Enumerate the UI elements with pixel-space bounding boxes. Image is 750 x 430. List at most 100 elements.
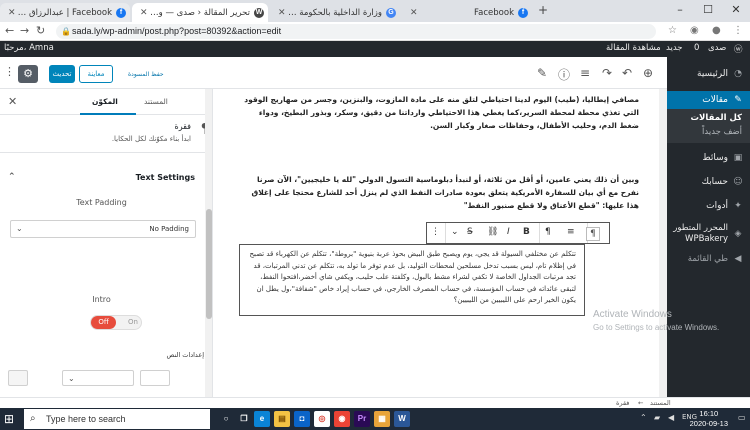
menu-dashboard[interactable]: ◔ الرئيسية <box>697 69 744 79</box>
text-padding-select[interactable]: No Padding ⌄ <box>10 220 196 238</box>
comments-count[interactable]: 0 <box>694 43 699 53</box>
update-button[interactable]: تحديث <box>49 65 75 83</box>
font-size-input[interactable] <box>140 370 170 386</box>
tab-wordpress-edit[interactable]: W تحرير المقالة ‹ صدى — ووردبريس ✕ <box>132 3 268 22</box>
back-icon[interactable]: ← <box>5 24 14 37</box>
minimize-icon[interactable]: – <box>666 0 694 22</box>
close-tab-icon[interactable]: ✕ <box>140 8 148 18</box>
network-icon[interactable]: ▰ <box>654 413 660 422</box>
posts-submenu: كل المقالات أضف جديداً <box>667 109 750 143</box>
tray-chevron-icon[interactable]: ⌃ <box>640 413 647 422</box>
settings-button[interactable]: ⚙ <box>18 65 38 83</box>
intro-toggle[interactable]: Off On <box>90 315 142 330</box>
paragraph-block[interactable]: مصافي إيطاليا، (طيب) اليوم لدينا احتياطي… <box>239 93 639 132</box>
illustrator-icon[interactable]: ▦ <box>374 411 390 427</box>
block-breadcrumb: فقرة ← المستند <box>0 397 750 408</box>
menu-wpbakery[interactable]: ◈ المحرر المتطور WPBakery <box>673 223 744 245</box>
pin-icon: ✎ <box>734 95 742 105</box>
menu-icon[interactable]: ⋮ <box>733 25 743 36</box>
submenu-all-posts[interactable]: كل المقالات <box>691 113 742 123</box>
bold-icon[interactable]: B <box>523 227 530 237</box>
new-content-link[interactable]: جديد <box>666 43 683 53</box>
premiere-icon[interactable]: Pr <box>354 411 370 427</box>
align-icon[interactable]: ≡ <box>567 227 575 237</box>
edit-pencil-icon[interactable]: ✎ <box>537 66 547 80</box>
volume-icon[interactable]: ◀ <box>668 413 674 422</box>
greeting[interactable]: مرحبًا، Amna <box>4 43 54 53</box>
italic-icon[interactable]: I <box>507 227 510 237</box>
chrome-alt-icon[interactable]: ◉ <box>334 411 350 427</box>
word-icon[interactable]: W <box>394 411 410 427</box>
menu-posts[interactable]: ✎ مقالات <box>667 91 750 109</box>
text-settings-panel-header[interactable]: Text Settings ⌃ <box>0 167 203 189</box>
info-icon[interactable]: ⓘ <box>558 66 570 83</box>
menu-media[interactable]: ▣ وسائط <box>702 153 744 163</box>
forward-icon[interactable]: → <box>20 24 29 37</box>
tab-title: Facebook <box>474 7 514 18</box>
strikethrough-icon[interactable]: S̶ <box>467 227 473 237</box>
font-select[interactable]: ⌄ <box>62 370 134 386</box>
undo-icon[interactable]: ↶ <box>622 66 632 80</box>
save-draft-link[interactable]: حفظ المسودة <box>128 71 164 78</box>
add-block-icon[interactable]: ⊕ <box>643 66 653 80</box>
menu-profile[interactable]: ☺ حسابك <box>702 177 744 187</box>
tab-interior-ministry[interactable]: G وزارة الداخلية بالحكومة الليبية المؤقت… <box>270 3 400 22</box>
selected-paragraph-block[interactable]: تتكلم عن مختلفي السيولة قد يجي، يوم ويصب… <box>239 244 585 316</box>
block-navigation-icon[interactable]: ≡ <box>580 66 590 80</box>
edge-icon[interactable]: e <box>254 411 270 427</box>
close-tab-icon[interactable]: ✕ <box>278 8 286 18</box>
taskbar-search[interactable]: ⌕ Type here to search <box>24 409 210 429</box>
menu-label: حسابك <box>701 177 728 187</box>
tab-block[interactable]: المكوّن <box>92 97 118 106</box>
breadcrumb-block[interactable]: فقرة <box>616 399 629 407</box>
view-post-link[interactable]: مشاهدة المقالة <box>606 43 661 53</box>
star-icon[interactable]: ☆ <box>668 25 677 36</box>
close-tab-icon[interactable]: ✕ <box>8 8 16 18</box>
task-view-icon[interactable]: ❐ <box>236 411 252 427</box>
breadcrumb-document[interactable]: المستند <box>650 399 671 407</box>
more-options-icon[interactable]: ⋮ <box>431 227 440 237</box>
sidebar-scroll-thumb[interactable] <box>206 209 212 319</box>
chrome-icon[interactable]: ◎ <box>314 411 330 427</box>
paragraph-block[interactable]: وبين أن ذلك يعني عامين، أو أقل من ثلاثة،… <box>239 173 640 212</box>
text-direction-icon[interactable]: ¶ <box>545 227 551 237</box>
windows-start-icon[interactable]: ⊞ <box>4 412 14 426</box>
collapse-menu[interactable]: ◀ طي القائمة <box>688 254 744 264</box>
reload-icon[interactable]: ↻ <box>36 24 45 37</box>
preview-button[interactable]: معاينة <box>79 65 113 83</box>
menu-label: الرئيسية <box>697 69 728 79</box>
panel-title: Text Settings <box>135 173 195 182</box>
selected-paragraph-text[interactable]: تتكلم عن مختلفي السيولة قد يجي، يوم ويصب… <box>248 249 576 307</box>
new-tab-button[interactable]: + <box>538 3 548 17</box>
close-window-icon[interactable]: ✕ <box>722 0 750 22</box>
extension-icon[interactable]: ◉ <box>690 25 699 36</box>
close-tab-icon[interactable]: ✕ <box>410 8 418 18</box>
submenu-add-new[interactable]: أضف جديداً <box>702 127 742 137</box>
link-icon[interactable]: ⛓ <box>487 227 498 237</box>
more-options-icon[interactable]: ⋮ <box>4 65 15 78</box>
url-field[interactable]: 🔒 sada.ly/wp-admin/post.php?post=80392&a… <box>56 24 656 39</box>
site-name-link[interactable]: صدى <box>708 43 726 53</box>
cortana-icon[interactable]: ○ <box>218 411 234 427</box>
tab-document[interactable]: المستند <box>144 97 168 106</box>
profile-icon[interactable]: ● <box>712 25 721 36</box>
tab-facebook-daheesh[interactable]: f Facebook | عبدالرزاق الداهش ✕ <box>0 3 130 22</box>
wp-admin-menu: ◔ الرئيسية ✎ مقالات كل المقالات أضف جديد… <box>667 57 750 397</box>
wordpress-logo-icon[interactable]: ⓦ <box>734 43 743 55</box>
text-padding-label: Text Padding <box>76 198 127 207</box>
tab-facebook[interactable]: f Facebook ✕ <box>402 3 532 22</box>
redo-icon[interactable]: ↷ <box>602 66 612 80</box>
address-bar: ← → ↻ 🔒 sada.ly/wp-admin/post.php?post=8… <box>0 22 750 41</box>
maximize-icon[interactable]: ☐ <box>694 0 722 22</box>
block-paragraph-icon[interactable]: ¶ <box>586 227 600 241</box>
store-icon[interactable]: ◘ <box>294 411 310 427</box>
notifications-icon[interactable]: ▭ <box>738 413 746 422</box>
reset-button[interactable] <box>8 370 28 386</box>
content-scrollbar[interactable] <box>659 89 667 397</box>
chevron-down-icon[interactable]: ⌄ <box>451 227 459 237</box>
taskbar-clock[interactable]: 16:10 2020-09-13 <box>690 409 728 429</box>
close-sidebar-icon[interactable]: ✕ <box>8 95 17 108</box>
wordpress-icon: W <box>254 7 264 18</box>
file-explorer-icon[interactable]: ▤ <box>274 411 290 427</box>
menu-tools[interactable]: ✦ أدوات <box>706 201 744 211</box>
